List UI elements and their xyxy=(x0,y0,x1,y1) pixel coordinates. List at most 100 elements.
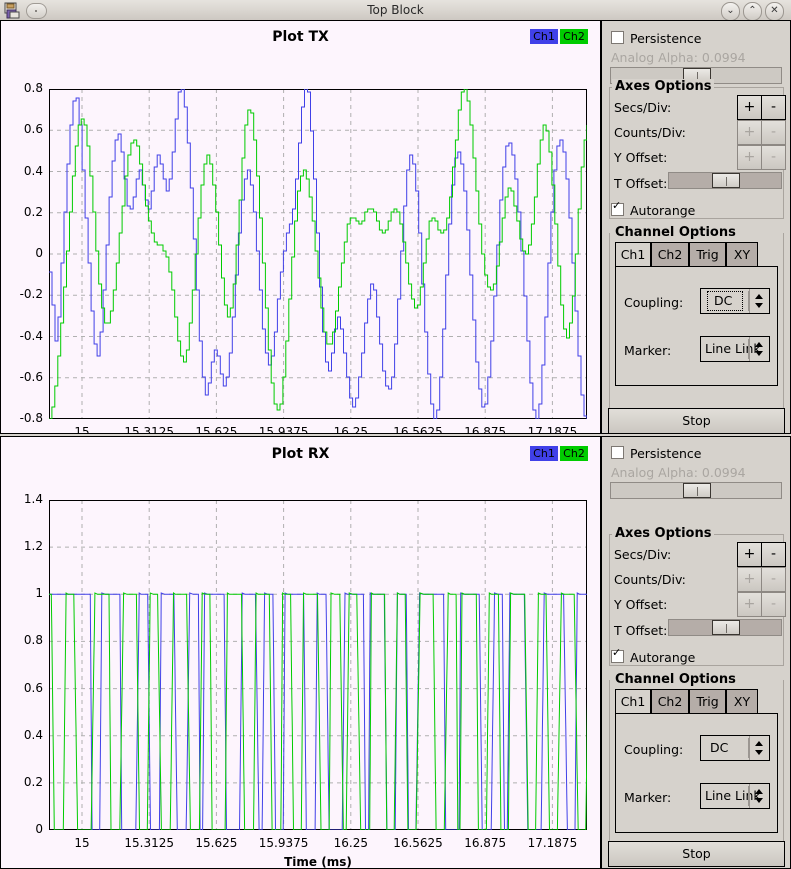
checkbox-box xyxy=(611,446,624,459)
legend-ch1[interactable]: Ch1 xyxy=(530,29,558,44)
y-tick-label: 0.2 xyxy=(23,204,43,219)
slider-thumb[interactable] xyxy=(712,620,740,635)
y-tick-label: -0.2 xyxy=(19,287,43,302)
y-offset-label-rx: Y Offset: xyxy=(614,597,668,612)
marker-spinner[interactable] xyxy=(749,337,769,361)
y-tick-label: 0.8 xyxy=(23,81,43,95)
plot-tx-panel: Plot TX Ch1Ch2 Counts 0.80.60.40.20-0.2-… xyxy=(0,20,601,434)
coupling-spinner[interactable] xyxy=(749,289,769,313)
y-tick-label: 0.6 xyxy=(23,122,43,137)
plot-rx-title: Plot RX xyxy=(271,446,330,462)
secs-div-minus-button-tx[interactable]: - xyxy=(761,95,786,120)
y-tick-label: 0.4 xyxy=(23,163,43,178)
tab-ch2-tx[interactable]: Ch2 xyxy=(651,242,689,267)
axes-options-label-rx: Axes Options xyxy=(612,526,715,541)
tab-xy-rx[interactable]: XY xyxy=(726,689,758,714)
y-offset-label-tx: Y Offset: xyxy=(614,150,668,165)
channel-tabpage-rx xyxy=(615,713,778,833)
tab-trig-tx[interactable]: Trig xyxy=(689,242,726,267)
y-tick-label: -0.8 xyxy=(19,411,43,425)
secs-div-label-tx: Secs/Div: xyxy=(614,100,672,115)
y-tick-label: 0.6 xyxy=(23,680,43,695)
coupling-label-tx: Coupling: xyxy=(624,295,684,310)
y-tick-label: -0.4 xyxy=(19,328,43,343)
autorange-checkbox-rx[interactable]: Autorange xyxy=(611,646,696,665)
axes-options-label-tx: Axes Options xyxy=(612,79,715,94)
chevron-down-icon xyxy=(755,750,763,755)
y-offset-minus-button-tx: - xyxy=(761,145,786,170)
plot-rx-panel: Plot RX Ch1Ch2 Counts 1.41.210.80.60.40.… xyxy=(0,436,601,869)
controls-panel-tx: Persistence Analog Alpha: 0.0994 Axes Op… xyxy=(601,20,791,434)
t-offset-label-tx: T Offset: xyxy=(614,176,668,191)
secs-div-minus-button-rx[interactable]: - xyxy=(761,542,786,567)
chevron-up-icon xyxy=(755,342,763,347)
maximize-icon[interactable]: ⌃ xyxy=(743,2,762,21)
channel-options-label-tx: Channel Options xyxy=(612,225,739,240)
coupling-spinner[interactable] xyxy=(749,736,769,760)
y-offset-minus-button-rx: - xyxy=(761,592,786,617)
analog-alpha-label-tx: Analog Alpha: 0.0994 xyxy=(611,50,746,65)
y-tick-label: 1.4 xyxy=(23,492,43,506)
counts-div-plus-button-tx: + xyxy=(737,120,762,145)
slider-thumb[interactable] xyxy=(683,483,711,498)
tab-trig-rx[interactable]: Trig xyxy=(689,689,726,714)
plot-rx-canvas[interactable]: Plot RX Ch1Ch2 Counts 1.41.210.80.60.40.… xyxy=(1,437,600,868)
legend-ch2[interactable]: Ch2 xyxy=(560,29,588,44)
plot-tx-legend: Ch1 Ch2 xyxy=(528,29,588,44)
plot-tx-canvas[interactable]: Plot TX Ch1Ch2 Counts 0.80.60.40.20-0.2-… xyxy=(1,21,600,433)
slider-thumb[interactable] xyxy=(712,173,740,188)
chevron-down-icon xyxy=(755,351,763,356)
secs-div-label-rx: Secs/Div: xyxy=(614,547,672,562)
channel-options-label-rx: Channel Options xyxy=(612,672,739,687)
checkbox-box xyxy=(611,199,624,216)
y-tick-label: 0.8 xyxy=(23,633,43,648)
plot-rx-legend: Ch1 Ch2 xyxy=(528,446,588,461)
tab-xy-tx[interactable]: XY xyxy=(726,242,758,267)
secs-div-plus-button-tx[interactable]: + xyxy=(737,95,762,120)
y-tick-label: 0 xyxy=(35,246,43,260)
plot-rx-graph xyxy=(49,500,587,830)
tab-ch1-tx[interactable]: Ch1 xyxy=(615,242,651,267)
t-offset-slider-tx[interactable] xyxy=(668,172,782,189)
coupling-value: DC xyxy=(705,289,745,313)
y-tick-label: 0.2 xyxy=(23,774,43,789)
autorange-checkbox-tx[interactable]: Autorange xyxy=(611,199,696,218)
counts-div-label-rx: Counts/Div: xyxy=(614,572,686,587)
legend-ch2[interactable]: Ch2 xyxy=(560,446,588,461)
marker-select-rx[interactable]: Line Link xyxy=(700,783,770,809)
stop-button-rx[interactable]: Stop xyxy=(608,841,785,867)
counts-div-plus-button-rx: + xyxy=(737,567,762,592)
stop-button-tx[interactable]: Stop xyxy=(608,408,785,434)
minimize-icon[interactable]: ⌄ xyxy=(721,2,740,21)
checkbox-box xyxy=(611,31,624,44)
coupling-select-tx[interactable]: DC xyxy=(700,288,770,314)
close-icon[interactable]: ✕ xyxy=(765,2,784,21)
window-titlebar: Top Block ⌄ ⌃ ✕ xyxy=(0,0,791,21)
secs-div-plus-button-rx[interactable]: + xyxy=(737,542,762,567)
marker-spinner[interactable] xyxy=(749,784,769,808)
autorange-label: Autorange xyxy=(630,650,696,665)
t-offset-slider-rx[interactable] xyxy=(668,619,782,636)
y-tick-label: 1.2 xyxy=(23,539,43,554)
marker-label-tx: Marker: xyxy=(624,343,672,358)
tab-ch1-rx[interactable]: Ch1 xyxy=(615,689,651,714)
analog-alpha-slider-rx[interactable] xyxy=(610,482,782,499)
tab-ch2-rx[interactable]: Ch2 xyxy=(651,689,689,714)
coupling-select-rx[interactable]: DC xyxy=(700,735,770,761)
chevron-up-icon xyxy=(755,294,763,299)
marker-select-tx[interactable]: Line Link xyxy=(700,336,770,362)
plot-rx-xlabel: Time (ms) xyxy=(284,855,352,868)
legend-ch1[interactable]: Ch1 xyxy=(530,446,558,461)
persistence-checkbox-tx[interactable]: Persistence xyxy=(611,31,702,46)
chevron-down-icon xyxy=(755,798,763,803)
controls-panel-rx: Persistence Analog Alpha: 0.0994 Axes Op… xyxy=(601,436,791,869)
y-tick-label: 0.4 xyxy=(23,727,43,742)
counts-div-minus-button-tx: - xyxy=(761,120,786,145)
counts-div-minus-button-rx: - xyxy=(761,567,786,592)
analog-alpha-label-rx: Analog Alpha: 0.0994 xyxy=(611,465,746,480)
autorange-label: Autorange xyxy=(630,203,696,218)
persistence-label: Persistence xyxy=(630,31,702,46)
y-tick-label: 1 xyxy=(35,586,43,601)
persistence-checkbox-rx[interactable]: Persistence xyxy=(611,446,702,461)
checkbox-box xyxy=(611,646,624,663)
